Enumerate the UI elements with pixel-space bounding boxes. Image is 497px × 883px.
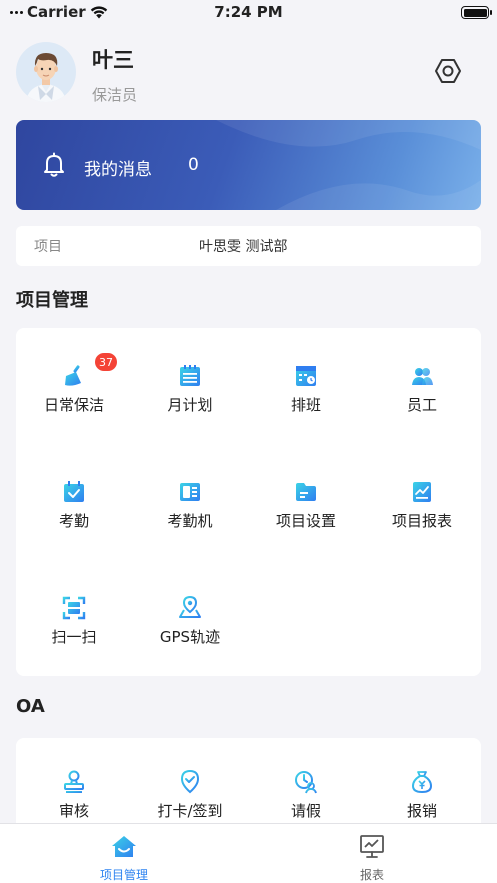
status-bar: Carrier 7:24 PM [0,0,497,26]
grid-item-attendance[interactable]: 考勤 [16,480,132,560]
grid-item-label: 项目设置 [275,512,336,530]
grid-item-label: GPS轨迹 [159,628,221,646]
stamp-icon [64,770,84,793]
grid-item-staff[interactable]: 员工 [364,364,480,444]
staff-icon [412,368,433,385]
grid-item-label: 扫一扫 [51,628,97,646]
grid-item-label: 排班 [290,396,321,414]
time-clock-icon [180,483,200,501]
tab-label: 报表 [359,868,384,882]
status-time: 7:24 PM [214,3,283,21]
messages-label: 我的消息 [84,160,152,180]
profile-header: 叶三 保洁员 [16,42,481,104]
bottom-tab-bar: 项目管理 报表 [0,823,497,883]
grid-item-time-clock[interactable]: 考勤机 [132,480,248,560]
notification-badge: 37 [94,352,118,372]
avatar[interactable] [16,42,76,102]
grid-item-label: 请假 [290,802,321,820]
my-messages-banner[interactable]: 我的消息 0 [16,120,481,210]
project-label: 项目 [34,239,62,255]
battery-icon [461,6,492,19]
grid-item-label: 月计划 [167,396,213,414]
grid-item-project-settings[interactable]: 项目设置 [248,480,364,560]
grid-item-scheduling[interactable]: 排班 [248,364,364,444]
grid-item-label: 审核 [58,802,89,820]
grid-item-label: 员工 [406,396,437,414]
money-bag-icon [411,771,433,794]
section-title-project-management: 项目管理 [16,290,88,311]
grid-item-label: 考勤 [58,512,89,530]
project-selector[interactable]: 项目 叶思雯 测试部 [16,226,481,266]
user-name: 叶三 [92,48,134,72]
report-chart-icon [413,482,431,502]
grid-item-daily-cleaning[interactable]: 37 日常保洁 [16,352,132,444]
grid-item-label: 报销 [406,802,437,820]
calendar-list-icon [180,365,200,386]
schedule-icon [296,366,316,386]
tab-label: 项目管理 [99,868,148,882]
grid-item-project-report[interactable]: 项目报表 [364,480,480,560]
leave-clock-icon [295,771,317,794]
grid-item-label: 打卡/签到 [157,802,223,820]
project-value: 叶思雯 测试部 [199,239,288,255]
broom-icon [65,365,81,386]
user-role: 保洁员 [92,86,138,104]
grid-item-gps-track[interactable]: GPS轨迹 [132,596,248,676]
check-in-icon [180,770,200,794]
tab-reports[interactable]: 报表 [248,824,496,883]
bell-icon [44,152,64,177]
chart-monitor-icon [360,835,384,858]
project-management-card: 37 日常保洁 月计划 排班 员工 考勤 考勤机 项目设置 项目报表 扫一扫 G… [16,328,481,676]
grid-item-label: 日常保洁 [43,396,104,414]
grid-item-label: 考勤机 [167,512,213,530]
folder-icon [296,483,316,501]
attendance-check-icon [64,481,84,502]
tab-project-management[interactable]: 项目管理 [0,824,248,883]
messages-count: 0 [188,155,199,175]
gps-location-icon [179,596,201,618]
grid-item-label: 项目报表 [391,512,452,530]
grid-item-monthly-plan[interactable]: 月计划 [132,364,248,444]
section-title-oa: OA [16,696,45,717]
settings-icon[interactable] [433,56,463,86]
scan-icon [62,596,86,620]
home-icon [112,836,136,857]
grid-item-scan[interactable]: 扫一扫 [16,596,132,676]
